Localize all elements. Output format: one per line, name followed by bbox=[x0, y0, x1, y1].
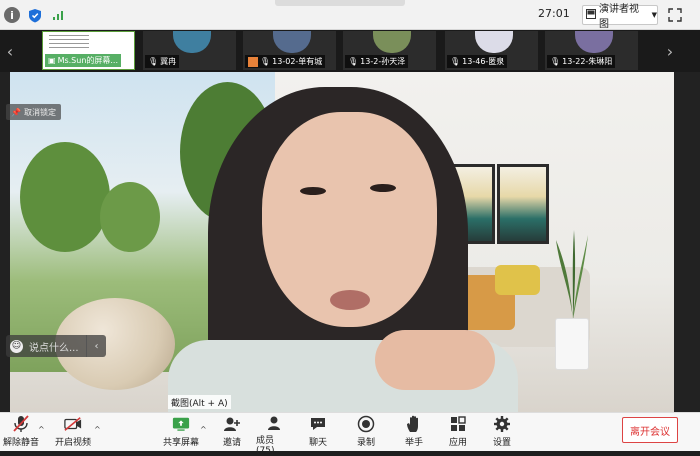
invite-button[interactable]: 邀请 bbox=[220, 415, 244, 450]
raise-hand-button[interactable]: 举手 bbox=[402, 415, 426, 450]
fullscreen-icon[interactable] bbox=[667, 7, 683, 23]
screen-share-icon: ▣ bbox=[48, 56, 56, 65]
mic-muted-icon: 🎙 bbox=[450, 57, 461, 66]
cancel-pin-label: 取消锁定 bbox=[23, 107, 56, 117]
record-icon bbox=[357, 415, 375, 433]
info-icon[interactable]: i bbox=[4, 7, 20, 23]
meeting-title-tab[interactable] bbox=[275, 0, 405, 6]
share-screen-icon bbox=[172, 415, 190, 433]
participant-name: Ms.Sun的屏幕... bbox=[57, 56, 119, 65]
video-options-caret-icon[interactable]: ^ bbox=[94, 425, 101, 434]
avatar bbox=[575, 31, 613, 53]
shared-screen-preview bbox=[49, 35, 89, 51]
speaker-hand bbox=[375, 330, 495, 390]
meeting-toolbar: 解除静音 ^ 开启视频 ^ 共享屏幕 ^ 邀请 成员(75) 聊天 录制 举手 … bbox=[0, 412, 700, 456]
unmute-button[interactable]: 解除静音 bbox=[2, 415, 40, 450]
camera-off-icon bbox=[64, 415, 82, 433]
participant-name: 13-2-孙天泽 bbox=[360, 57, 406, 66]
invite-label: 邀请 bbox=[222, 438, 241, 448]
mic-muted-icon: 🎙 bbox=[260, 57, 271, 66]
chat-quick-input[interactable]: ☺ 说点什么... ‹ bbox=[6, 335, 106, 357]
record-button[interactable]: 录制 bbox=[354, 415, 378, 450]
leave-meeting-button[interactable]: 离开会议 bbox=[622, 417, 678, 443]
unmute-label: 解除静音 bbox=[2, 438, 39, 448]
avatar bbox=[475, 31, 513, 53]
participant-thumb-4[interactable]: 🎙 13-46-匿泉 bbox=[445, 31, 538, 70]
avatar bbox=[373, 31, 411, 53]
apps-button[interactable]: 应用 bbox=[446, 415, 470, 450]
avatar bbox=[273, 31, 311, 53]
cancel-pin-button[interactable]: 📌 取消锁定 bbox=[6, 104, 61, 120]
participant-name: 13-46-匿泉 bbox=[462, 57, 505, 66]
chat-placeholder: 说点什么... bbox=[29, 342, 79, 354]
chat-label: 聊天 bbox=[308, 438, 327, 448]
share-screen-button[interactable]: 共享屏幕 bbox=[162, 415, 200, 450]
invite-user-icon bbox=[223, 415, 241, 433]
audio-options-caret-icon[interactable]: ^ bbox=[38, 425, 45, 434]
emoji-icon[interactable]: ☺ bbox=[10, 339, 23, 353]
start-video-button[interactable]: 开启视频 bbox=[54, 415, 92, 450]
speaker-view-label: 演讲者视图 bbox=[599, 4, 639, 30]
raise-hand-icon bbox=[405, 415, 423, 433]
security-shield-icon[interactable] bbox=[27, 7, 43, 23]
speaker-mouth bbox=[330, 290, 370, 310]
filmstrip-prev-icon[interactable]: ‹ bbox=[0, 30, 20, 72]
plant bbox=[552, 230, 594, 320]
participant-name: 冀冉 bbox=[160, 57, 177, 66]
participant-thumb-0[interactable]: ▣ Ms.Sun的屏幕... bbox=[42, 31, 135, 70]
filmstrip-next-icon[interactable]: › bbox=[660, 30, 680, 72]
meeting-timer: 27:01 bbox=[538, 7, 570, 20]
participant-thumb-2[interactable]: 🎙 13-02-单有城 bbox=[243, 31, 336, 70]
record-label: 录制 bbox=[356, 438, 375, 448]
mic-muted-icon: 🎙 bbox=[348, 57, 359, 66]
participants-icon bbox=[265, 415, 283, 431]
settings-label: 设置 bbox=[492, 438, 511, 448]
chevron-down-icon: ▼ bbox=[651, 11, 657, 19]
participants-button[interactable]: 成员(75) bbox=[256, 415, 292, 456]
gear-icon bbox=[493, 415, 511, 433]
collapse-arrow-icon[interactable]: ‹ bbox=[86, 335, 106, 357]
pin-icon: 📌 bbox=[11, 107, 21, 117]
speaker-view-button[interactable]: 演讲者视图 ▼ bbox=[582, 4, 658, 30]
grid-view-icon bbox=[586, 8, 596, 22]
participant-name: 13-22-朱琳阳 bbox=[562, 57, 613, 66]
top-bar: i 27:01 演讲者视图 ▼ bbox=[0, 0, 700, 30]
vase bbox=[555, 318, 589, 370]
apps-grid-icon bbox=[449, 415, 467, 433]
mic-muted-icon: 🎙 bbox=[148, 57, 159, 66]
chat-button[interactable]: 聊天 bbox=[306, 415, 330, 450]
avatar bbox=[173, 31, 211, 53]
network-signal-icon[interactable] bbox=[50, 7, 66, 23]
participant-thumb-3[interactable]: 🎙 13-2-孙天泽 bbox=[343, 31, 436, 70]
mic-muted-icon: 🎙 bbox=[550, 57, 561, 66]
mic-muted-icon bbox=[12, 415, 30, 433]
participant-thumb-1[interactable]: 🎙 冀冉 bbox=[143, 31, 236, 70]
start-video-label: 开启视频 bbox=[54, 438, 91, 448]
main-speaker-video[interactable] bbox=[0, 72, 700, 412]
chat-icon bbox=[309, 415, 327, 433]
painting bbox=[497, 164, 549, 244]
participant-thumb-5[interactable]: 🎙 13-22-朱琳阳 bbox=[545, 31, 638, 70]
share-screen-label: 共享屏幕 bbox=[162, 438, 199, 448]
participant-filmstrip: ‹ ▣ Ms.Sun的屏幕... 🎙 冀冉 🎙 13-02-单有城 🎙 13-2… bbox=[0, 30, 700, 72]
user-avatar-icon bbox=[248, 56, 258, 67]
participant-name: 13-02-单有城 bbox=[272, 57, 323, 66]
raise-hand-label: 举手 bbox=[404, 438, 423, 448]
settings-button[interactable]: 设置 bbox=[490, 415, 514, 450]
share-options-caret-icon[interactable]: ^ bbox=[200, 425, 207, 434]
participants-label: 成员(75) bbox=[256, 436, 275, 456]
screenshot-tooltip: 截图(Alt + A) bbox=[168, 395, 231, 409]
apps-label: 应用 bbox=[448, 438, 467, 448]
